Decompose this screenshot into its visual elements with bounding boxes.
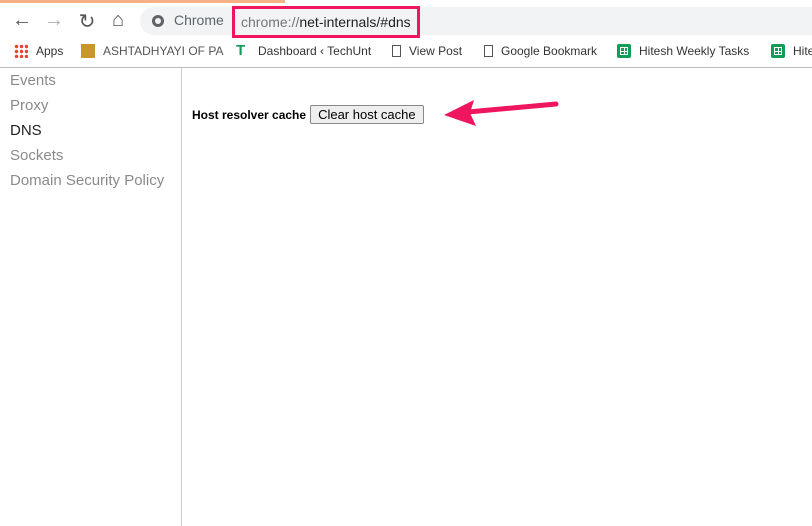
chrome-icon xyxy=(152,15,164,27)
bookmark-view-post[interactable]: View Post xyxy=(392,44,462,58)
host-resolver-cache-label: Host resolver cache xyxy=(192,107,307,122)
url-scheme: chrome:// xyxy=(241,14,300,30)
bookmark-apps[interactable]: Apps xyxy=(14,44,63,58)
sidebar-item-events[interactable]: Events xyxy=(0,68,181,93)
sidebar-item-sockets[interactable]: Sockets xyxy=(0,143,181,168)
reload-icon[interactable]: ↻ xyxy=(75,9,99,34)
bookmark-hitesh-weekly[interactable]: Hitesh Weekly Tasks xyxy=(617,44,749,58)
sidebar-item-dns[interactable]: DNS xyxy=(0,118,181,143)
bookmark-hite[interactable]: Hite xyxy=(771,44,812,58)
techunt-icon: T xyxy=(236,42,246,59)
url-path: net-internals/#dns xyxy=(299,14,411,30)
apps-grid-icon xyxy=(14,44,28,58)
url-highlight[interactable]: chrome://net-internals/#dns xyxy=(232,6,420,38)
chrome-label: Chrome xyxy=(174,12,224,28)
clear-host-cache-button[interactable]: Clear host cache xyxy=(310,105,424,124)
bookmark-label: Hitesh Weekly Tasks xyxy=(639,44,750,58)
arrow-annotation-icon xyxy=(444,100,559,126)
bookmark-label: Hite xyxy=(793,44,812,58)
bookmark-label: Dashboard ‹ TechUnt xyxy=(258,44,372,58)
bookmark-label: Apps xyxy=(36,44,64,58)
page-icon xyxy=(392,45,401,57)
bookmark-label: Google Bookmark xyxy=(501,44,598,58)
bookmarks-bar: Apps ASHTADHYAYI OF PA T Dashboard ‹ Tech… xyxy=(0,36,812,68)
bookmark-dashboard[interactable]: T Dashboard ‹ TechUnt xyxy=(236,42,372,59)
site-favicon xyxy=(81,44,95,58)
dns-panel: Host resolver cache Clear host cache xyxy=(192,105,424,124)
page-icon xyxy=(484,45,493,57)
sheets-icon xyxy=(771,44,785,58)
browser-toolbar: ← → ↻ ⌂ Chrome chrome://net-internals/#d… xyxy=(0,3,812,38)
bookmark-label: View Post xyxy=(409,44,463,58)
bookmark-ashtadhyayi[interactable]: ASHTADHYAYI OF PA xyxy=(81,44,223,58)
back-icon[interactable]: ← xyxy=(10,9,34,32)
address-bar[interactable]: Chrome chrome://net-internals/#dns xyxy=(140,6,812,38)
sidebar-item-domain-security-policy[interactable]: Domain Security Policy xyxy=(0,168,181,193)
sheets-icon xyxy=(617,44,631,58)
bookmark-google[interactable]: Google Bookmark xyxy=(484,44,597,58)
sidebar: Events Proxy DNS Sockets Domain Security… xyxy=(0,68,182,526)
home-icon[interactable]: ⌂ xyxy=(106,9,130,32)
sidebar-item-proxy[interactable]: Proxy xyxy=(0,93,181,118)
forward-icon[interactable]: → xyxy=(42,9,66,32)
bookmark-label: ASHTADHYAYI OF PA xyxy=(103,44,224,58)
